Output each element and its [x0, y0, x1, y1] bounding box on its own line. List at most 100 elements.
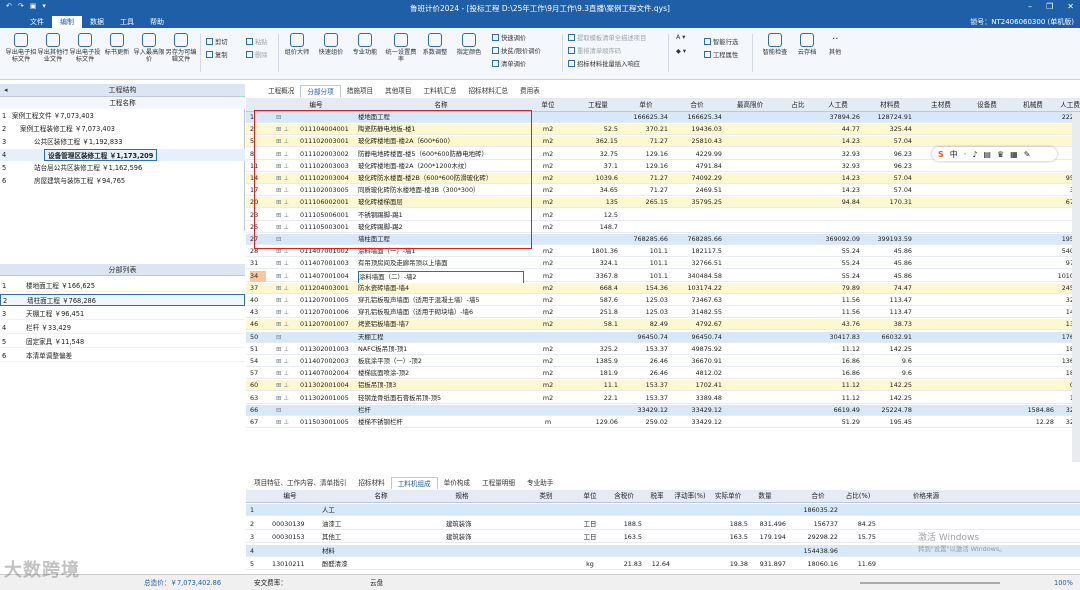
tab-assistant[interactable]: 专业助手 — [521, 477, 559, 489]
expand-icon[interactable]: ⊞ ⊥ — [276, 307, 289, 318]
list-item-selected[interactable]: 2 墙柱面工程 ￥768,286 — [0, 294, 245, 306]
tree-row[interactable]: 3 公共区装修工程 ￥1,192,833 — [0, 136, 245, 148]
reorder-button[interactable]: 重排清单顺序码 — [568, 46, 621, 55]
list-item[interactable]: 4 栏杆 ￥33,429 — [0, 322, 245, 334]
tree-row[interactable]: 1 案例工程文件 ￥7,073,403 — [0, 110, 245, 122]
minimize-icon[interactable]: – — [1028, 2, 1032, 11]
tab-labor-machine[interactable]: 工料机组成 — [390, 477, 438, 489]
import-limit-button[interactable]: 导入最高限价 — [132, 33, 166, 63]
maximize-icon[interactable]: ❐ — [1046, 2, 1053, 11]
quick-adjust-button[interactable]: 快速调价 — [492, 33, 526, 42]
pricing-master-button[interactable]: 组价大师 — [280, 33, 314, 56]
delete-button[interactable]: 删除 — [246, 50, 268, 59]
grid-scrollbar[interactable] — [1072, 112, 1080, 462]
expand-icon[interactable]: ⊞ ⊥ — [276, 271, 289, 282]
smart-check-button[interactable]: 智能检查 — [758, 33, 792, 56]
collapse-icon[interactable]: ⊟ — [276, 405, 281, 416]
tree-row[interactable]: 6 房屋建筑与装饰工程 ￥94,765 — [0, 175, 245, 187]
menu-file[interactable]: 文件 — [22, 16, 52, 28]
update-bid-button[interactable]: 标书更新 — [100, 33, 134, 56]
expand-icon[interactable]: ⊞ ⊥ — [276, 283, 289, 294]
expand-icon[interactable]: ⊞ ⊥ — [276, 258, 289, 269]
coef-adjust-button[interactable]: 系数调整 — [418, 33, 452, 56]
tab-bid-material[interactable]: 招标材料 — [352, 477, 390, 489]
table-row[interactable]: 34 011407001004 涂料墙面（二）-墙2 m2 3367.8 101.1 340… — [246, 270, 1080, 284]
tab-unit-price[interactable]: 单价构成 — [438, 477, 476, 489]
collapse-icon[interactable]: ⊟ — [276, 332, 281, 343]
collapse-icon[interactable]: ◂ — [4, 84, 8, 96]
tab-other[interactable]: 其他项目 — [379, 85, 417, 97]
font-color-icon[interactable]: A ▾ — [676, 34, 685, 41]
section-row[interactable]: 66 栏杆 33429.12 33429.12 6619.49 25224.78 1584.… — [246, 404, 1080, 416]
other-button[interactable]: ·· 其他 — [818, 33, 852, 56]
export-other-button[interactable]: 导出其他行业文件 — [36, 33, 70, 63]
tab-fee-table[interactable]: 费用表 — [514, 85, 546, 97]
tab-quantity-detail[interactable]: 工程量明细 — [476, 477, 521, 489]
list-adjust-button[interactable]: 清单调价 — [492, 59, 526, 68]
paste-button[interactable]: 粘贴 — [246, 37, 268, 46]
pen-icon[interactable]: ✎ — [1024, 150, 1031, 159]
grid-icon[interactable]: ▦ — [1010, 150, 1018, 159]
list-item[interactable]: 3 天棚工程 ￥96,451 — [0, 308, 245, 320]
skin-icon[interactable]: ♛ — [997, 150, 1004, 159]
extract-template-button[interactable]: 提取模板清单全描述项目 — [568, 33, 646, 42]
cloud-disk-label[interactable]: 云盘 — [370, 575, 383, 590]
tab-measures[interactable]: 措施项目 — [341, 85, 379, 97]
tab-overview[interactable]: 工程概况 — [262, 85, 300, 97]
table-row[interactable]: 60 011302001004 铝板吊顶-顶3 m2 11.1 153.37 1702.41… — [246, 380, 1080, 392]
table-row[interactable]: 57 011407002004 楼梯底面喷涂-顶2 m2 181.9 26.46 4812.… — [246, 368, 1080, 380]
smart-select-button[interactable]: 智能行选 — [704, 37, 738, 46]
tab-labor-summary[interactable]: 工料机汇总 — [418, 85, 463, 97]
poverty-adjust-button[interactable]: 扶贫/限价调价 — [492, 46, 541, 55]
punct-icon[interactable]: · — [964, 150, 967, 159]
keyboard-icon[interactable]: ▤ — [983, 150, 991, 159]
tab-material-summary[interactable]: 招标材料汇总 — [462, 85, 514, 97]
unify-rate-button[interactable]: 统一设置费率 — [384, 33, 418, 63]
project-props-button[interactable]: 工程属性 — [704, 50, 738, 59]
save-editable-button[interactable]: 另存为可编辑文件 — [164, 33, 198, 63]
close-icon[interactable]: ✕ — [1067, 2, 1074, 11]
expand-icon[interactable]: ⊞ ⊥ — [276, 393, 289, 404]
tree-row-selected[interactable]: 4 设备管理区装修工程 ￥1,173,209 — [0, 149, 245, 161]
chinese-mode-icon[interactable]: 中 — [950, 149, 958, 160]
list-item[interactable]: 5 固定家具 ￥11,548 — [0, 336, 245, 348]
fill-color-icon[interactable]: ◆ ▾ — [676, 48, 686, 55]
tab-features[interactable]: 项目特征、工作内容、清单指引 — [248, 477, 352, 489]
table-row[interactable]: 63 011302001005 轻钢龙骨纸面石膏板吊顶-顶5 m2 22.1 153.37… — [246, 393, 1080, 404]
expand-icon[interactable]: ⊞ ⊥ — [276, 344, 289, 355]
menu-edit[interactable]: 编制 — [52, 16, 82, 28]
table-row[interactable]: 2 00030139 油漆工 建筑装饰 工日 188.5 188.5 831.496 15673… — [246, 518, 1080, 530]
table-row[interactable]: 54 011407002003 板底涂平顶（一）-顶2 m2 1385.9 26.46 36… — [246, 356, 1080, 367]
export-bid-button[interactable]: 导出电子招标文件 — [4, 33, 38, 63]
tree-row[interactable]: 5 站台层公共区装修工程 ￥1,162,596 — [0, 162, 245, 174]
section-row[interactable]: 1 人工 186035.22 — [246, 504, 1080, 516]
menu-data[interactable]: 数据 — [82, 16, 112, 28]
list-item[interactable]: 6 本清单调整偏差 — [0, 350, 245, 362]
expand-icon[interactable]: ⊞ ⊥ — [276, 319, 289, 330]
mic-icon[interactable]: ♪ — [972, 150, 977, 159]
tab-sections[interactable]: 分部分项 — [300, 85, 341, 97]
quick-pricing-button[interactable]: 快速组价 — [314, 33, 348, 56]
table-row[interactable]: 40 011207001005 穿孔铝板吸声墙面（适用于混凝土墙）-墙5 m2 587.… — [246, 295, 1080, 306]
zoom-slider[interactable] — [860, 582, 1000, 584]
expand-icon[interactable]: ⊞ ⊥ — [276, 295, 289, 306]
table-row[interactable]: 5 13010211 酚醛清漆 kg 21.83 12.64 19.38 931.897 180… — [246, 558, 1080, 570]
table-row[interactable]: 67 011503001005 楼梯不锈钢栏杆 m 129.06 259.02 33429.… — [246, 417, 1080, 428]
expand-icon[interactable]: ⊞ ⊥ — [276, 417, 289, 428]
expand-icon[interactable]: ⊞ ⊥ — [276, 368, 289, 379]
cut-button[interactable]: 剪切 — [206, 37, 228, 46]
insert-material-button[interactable]: 招标材料批量插入响应 — [568, 59, 640, 68]
menu-help[interactable]: 帮助 — [142, 16, 172, 28]
table-row[interactable]: 51 011302001003 NAFC板吊顶-顶1 m2 325.2 153.37 498… — [246, 344, 1080, 355]
table-row[interactable]: 43 011207001006 穿孔铝板吸声墙面（适用于砌块墙）-墙6 m2 251.8… — [246, 307, 1080, 319]
table-row[interactable]: 46 011207001007 烤瓷铝板墙面-墙7 m2 58.1 82.49 4792.6… — [246, 319, 1080, 331]
list-item[interactable]: 1 楼地面工程 ￥166,625 — [0, 280, 245, 292]
tree-row[interactable]: 2 案例工程装修工程 ￥7,073,403 — [0, 123, 245, 135]
color-button[interactable]: 指定颜色 — [452, 33, 486, 56]
table-row[interactable]: 31 011407001003 有吊顶房间及走廊吊顶以上墙面 m2 324.1 101.1… — [246, 258, 1080, 270]
expand-icon[interactable]: ⊞ ⊥ — [276, 380, 289, 391]
table-row[interactable]: 37 011204003001 防水瓷砖墙面-墙4 m2 668.4 154.36 1031… — [246, 282, 1080, 294]
pro-function-button[interactable]: 专业功能 — [348, 33, 382, 56]
export-tender-button[interactable]: 导出电子投标文件 — [68, 33, 102, 63]
menu-tools[interactable]: 工具 — [112, 16, 142, 28]
